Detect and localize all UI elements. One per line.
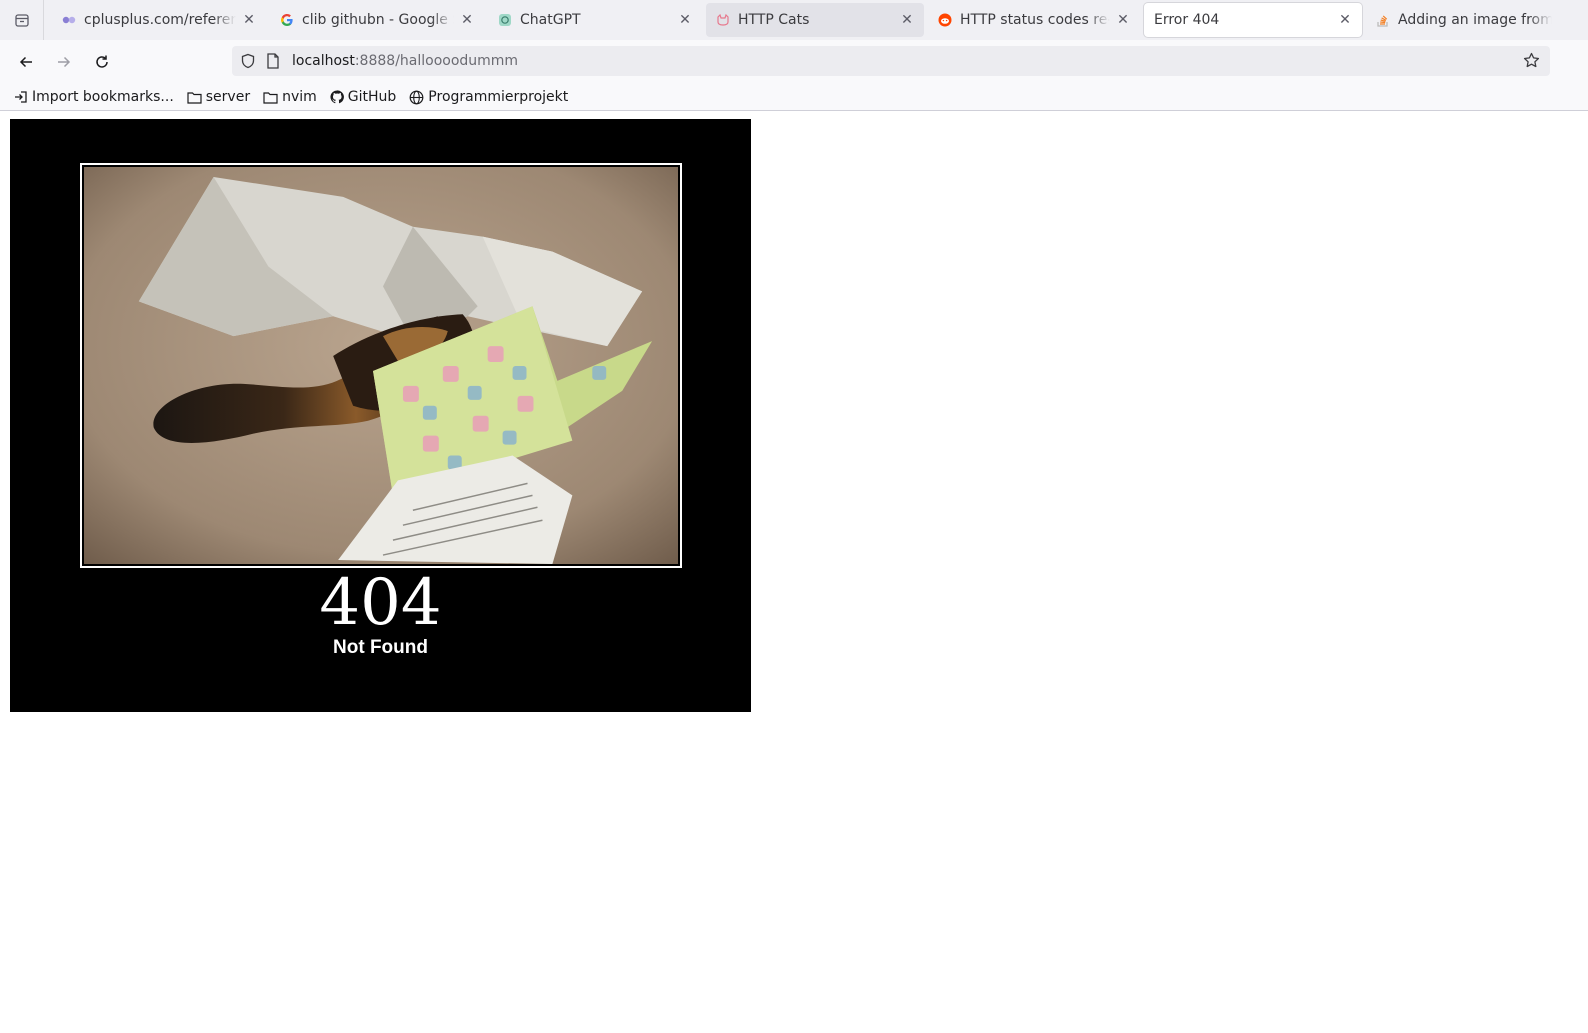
tab-http-status-reddit[interactable]: HTTP status codes re-enabled ✕ — [928, 3, 1140, 37]
bookmark-folder-server[interactable]: server — [187, 89, 250, 105]
import-icon — [15, 91, 27, 103]
arrow-right-icon — [58, 56, 71, 68]
bookmark-import[interactable]: Import bookmarks... — [14, 89, 174, 105]
back-button[interactable] — [10, 46, 42, 78]
folder-icon — [263, 91, 278, 104]
tab-chatgpt[interactable]: ChatGPT ✕ — [488, 3, 702, 37]
close-tab-icon[interactable]: ✕ — [1338, 12, 1352, 28]
tab-label: clib githubn - Google Suche — [302, 12, 454, 28]
tab-label: cplusplus.com/reference — [84, 12, 236, 28]
bookmark-label: nvim — [282, 89, 317, 105]
tab-http-cats[interactable]: HTTP Cats ✕ — [706, 3, 924, 37]
cplusplus-icon — [62, 13, 76, 27]
cat-in-box-photo — [84, 167, 678, 564]
tab-strip: cplusplus.com/reference ✕ clib githubn -… — [0, 0, 1588, 40]
tab-stackoverflow[interactable]: Adding an image from a — [1366, 3, 1562, 37]
globe-icon — [409, 90, 424, 104]
status-code: 404 — [319, 566, 442, 640]
page-content: 404 Not Found — [0, 112, 1588, 1033]
folder-icon — [187, 91, 202, 104]
google-icon — [280, 13, 294, 27]
status-text: Not Found — [333, 637, 428, 658]
tab-cplusplus[interactable]: cplusplus.com/reference ✕ — [52, 3, 266, 37]
navigation-toolbar: localhost:8888/halloooodummm — [0, 40, 1588, 84]
arrow-left-icon — [19, 56, 32, 68]
bookmark-label: server — [205, 89, 251, 105]
list-all-tabs-button[interactable] — [0, 0, 44, 40]
page-icon[interactable] — [266, 53, 280, 69]
close-tab-icon[interactable]: ✕ — [1116, 12, 1130, 28]
reload-icon — [96, 55, 108, 68]
bookmark-github[interactable]: GitHub — [330, 89, 397, 105]
bookmark-programmierprojekt[interactable]: Programmierprojekt — [409, 89, 568, 105]
shield-icon[interactable] — [240, 53, 256, 69]
url-path: :8888/halloooodummm — [354, 53, 519, 69]
forward-button[interactable] — [48, 46, 80, 78]
reddit-icon — [938, 13, 952, 27]
bookmark-star-icon[interactable] — [1523, 52, 1540, 73]
close-tab-icon[interactable]: ✕ — [900, 12, 914, 28]
reload-button[interactable] — [86, 46, 118, 78]
address-bar[interactable]: localhost:8888/halloooodummm — [232, 46, 1550, 76]
photo-frame — [80, 163, 682, 568]
chatgpt-icon — [498, 13, 512, 27]
url-host: localhost — [292, 53, 355, 69]
httpcats-icon — [716, 13, 730, 27]
tab-label: Error 404 — [1154, 12, 1220, 28]
tab-list-icon — [14, 14, 29, 27]
bookmark-label: Programmierprojekt — [428, 89, 569, 105]
http-cat-image: 404 Not Found — [10, 119, 751, 712]
bookmark-label: GitHub — [347, 89, 397, 105]
close-tab-icon[interactable]: ✕ — [242, 12, 256, 28]
bookmarks-toolbar: Import bookmarks... server nvim GitHub P… — [0, 84, 1588, 111]
tab-label: Adding an image from a — [1398, 12, 1552, 28]
bookmark-label: Import bookmarks... — [32, 89, 174, 105]
bookmark-folder-nvim[interactable]: nvim — [263, 89, 317, 105]
tab-label: HTTP Cats — [738, 12, 810, 28]
github-icon — [330, 90, 344, 104]
close-tab-icon[interactable]: ✕ — [678, 12, 692, 28]
close-tab-icon[interactable]: ✕ — [460, 12, 474, 28]
tab-label: ChatGPT — [520, 12, 581, 28]
tab-google-search[interactable]: clib githubn - Google Suche ✕ — [270, 3, 484, 37]
tab-error-404[interactable]: Error 404 ✕ — [1144, 3, 1362, 37]
tab-label: HTTP status codes re-enabled — [960, 12, 1110, 28]
stackoverflow-icon — [1376, 13, 1390, 27]
